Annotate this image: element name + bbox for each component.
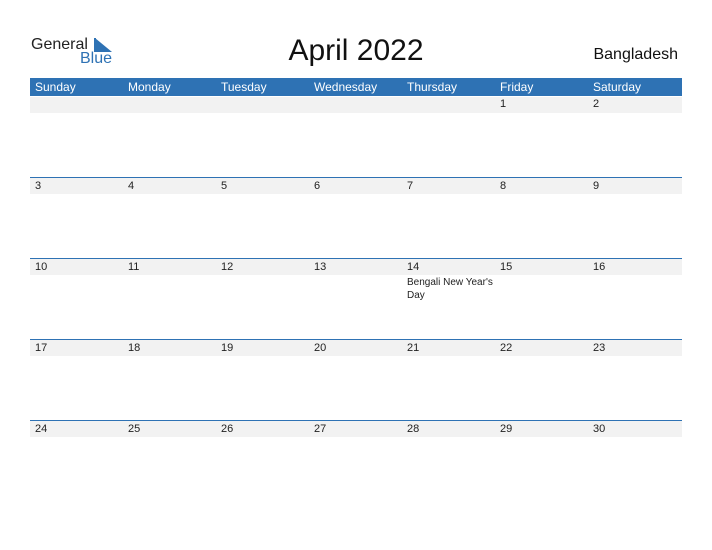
- day-number[interactable]: 20: [314, 342, 326, 354]
- day-number[interactable]: 4: [128, 180, 134, 192]
- day-number[interactable]: 11: [128, 261, 139, 273]
- date-band: [30, 97, 682, 113]
- day-number[interactable]: 13: [314, 261, 326, 273]
- calendar-week: 17 18 19 20 21 22 23: [30, 339, 682, 420]
- day-number[interactable]: 14: [407, 261, 419, 273]
- day-number[interactable]: 27: [314, 423, 326, 435]
- weekday-header: Sunday Monday Tuesday Wednesday Thursday…: [30, 78, 682, 96]
- day-number[interactable]: 3: [35, 180, 41, 192]
- day-number[interactable]: 16: [593, 261, 605, 273]
- holiday-event: Bengali New Year's Day: [407, 277, 493, 301]
- day-number[interactable]: 12: [221, 261, 233, 273]
- day-number[interactable]: 22: [500, 342, 512, 354]
- day-number[interactable]: 30: [593, 423, 605, 435]
- day-number[interactable]: 6: [314, 180, 320, 192]
- day-number[interactable]: 23: [593, 342, 605, 354]
- weekday-sunday: Sunday: [35, 80, 76, 94]
- weekday-monday: Monday: [128, 80, 171, 94]
- day-number[interactable]: 9: [593, 180, 599, 192]
- day-number[interactable]: 24: [35, 423, 47, 435]
- day-number[interactable]: 28: [407, 423, 419, 435]
- day-number[interactable]: 21: [407, 342, 419, 354]
- day-number[interactable]: 29: [500, 423, 512, 435]
- weekday-wednesday: Wednesday: [314, 80, 378, 94]
- calendar-week: 3 4 5 6 7 8 9: [30, 177, 682, 258]
- day-number[interactable]: 19: [221, 342, 233, 354]
- day-number[interactable]: 2: [593, 98, 599, 110]
- day-number[interactable]: 25: [128, 423, 140, 435]
- weekday-friday: Friday: [500, 80, 534, 94]
- day-number[interactable]: 15: [500, 261, 512, 273]
- day-number[interactable]: 17: [35, 342, 47, 354]
- day-number[interactable]: 8: [500, 180, 506, 192]
- day-number[interactable]: 5: [221, 180, 227, 192]
- calendar-week: 12: [30, 96, 682, 177]
- day-number[interactable]: 26: [221, 423, 233, 435]
- weekday-tuesday: Tuesday: [221, 80, 267, 94]
- calendar-week: 10 11 12 13 14 15 16 Bengali New Year's Day: [30, 258, 682, 339]
- weekday-thursday: Thursday: [407, 80, 458, 94]
- day-number[interactable]: 7: [407, 180, 413, 192]
- country-label: Bangladesh: [593, 46, 678, 63]
- day-number[interactable]: 10: [35, 261, 47, 273]
- calendar-week: 24 25 26 27 28 29 30: [30, 420, 682, 501]
- day-number[interactable]: 18: [128, 342, 140, 354]
- weekday-saturday: Saturday: [593, 80, 642, 94]
- day-number[interactable]: 1: [500, 98, 506, 110]
